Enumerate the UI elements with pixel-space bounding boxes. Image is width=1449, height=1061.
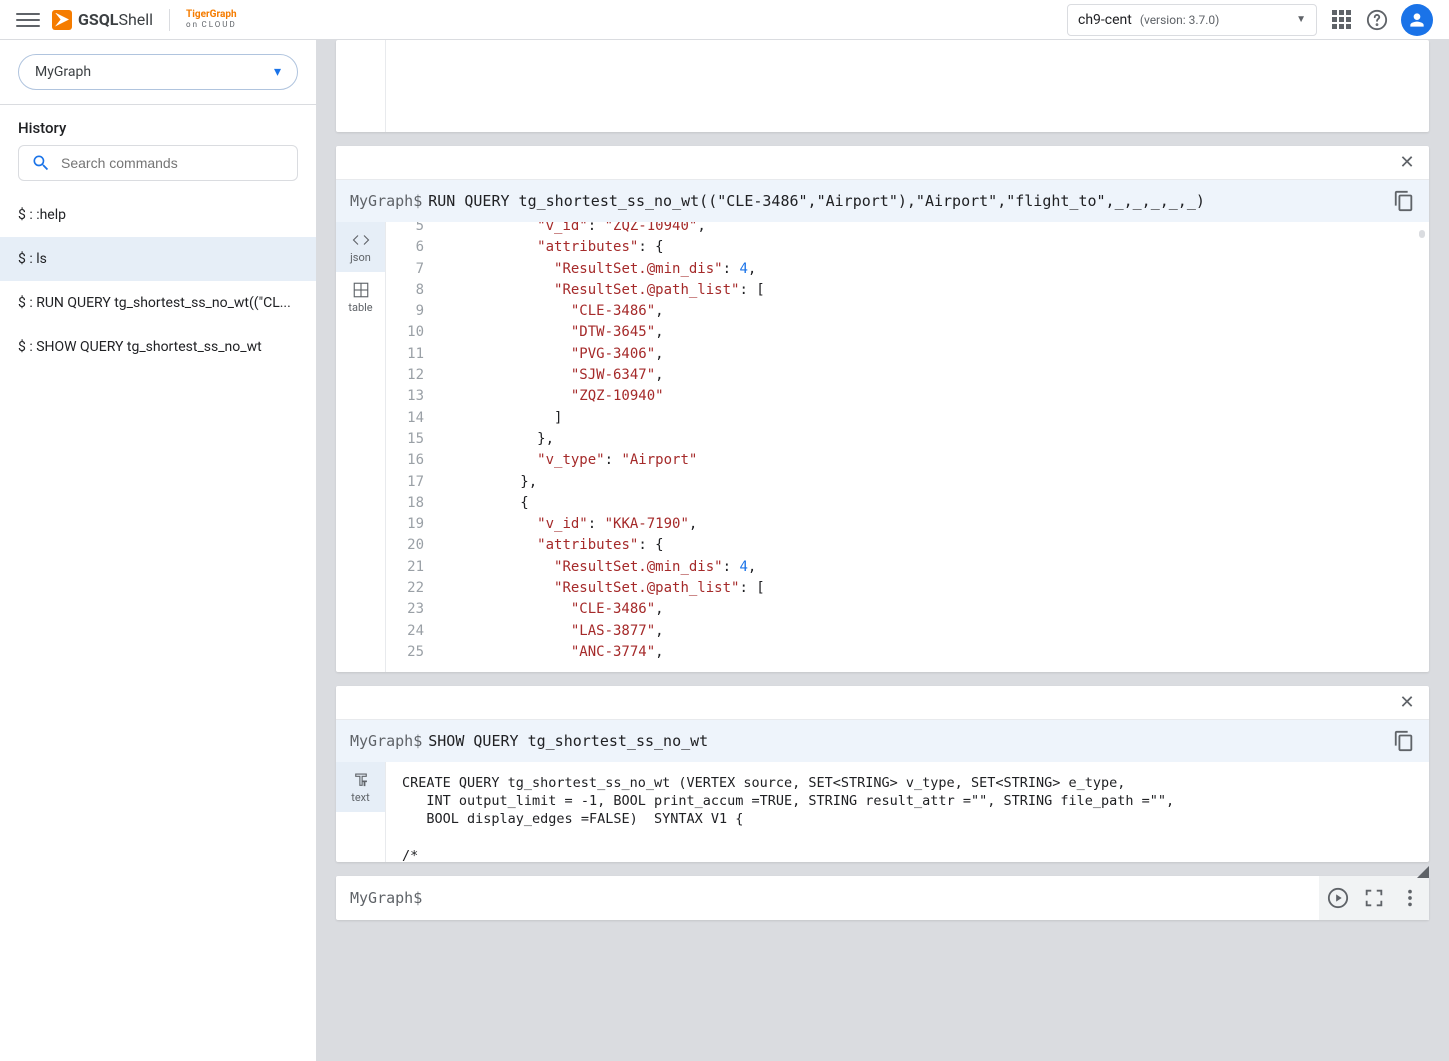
svg-text:T: T [362,779,366,787]
code-line: 6 "attributes": { [386,237,1429,258]
text-output[interactable]: CREATE QUERY tg_shortest_ss_no_wt (VERTE… [386,762,1429,862]
history-item[interactable]: $ : SHOW QUERY tg_shortest_ss_no_wt [0,325,316,369]
main-content: ✕ MyGraph$ RUN QUERY tg_shortest_ss_no_w… [316,40,1449,1061]
code-line: 24 "LAS-3877", [386,621,1429,642]
chevron-down-icon: ▼ [1296,14,1306,25]
code-line: 21 "ResultSet.@min_dis": 4, [386,557,1429,578]
product-name: GSQLShell [78,10,153,29]
code-line: 14 ] [386,408,1429,429]
code-line: 8 "ResultSet.@path_list": [ [386,280,1429,301]
code-line: 17 }, [386,472,1429,493]
search-icon [31,153,51,173]
divider [169,9,170,31]
code-line: 22 "ResultSet.@path_list": [ [386,578,1429,599]
user-avatar[interactable] [1401,4,1433,36]
view-tab-text[interactable]: T text [336,762,385,812]
code-line: 23 "CLE-3486", [386,599,1429,620]
command-prompt: MyGraph$ [350,732,422,750]
view-tabs: T text [336,762,386,862]
code-icon [352,231,370,249]
command-row: MyGraph$ SHOW QUERY tg_shortest_ss_no_wt [336,720,1429,762]
code-line: 11 "PVG-3406", [386,344,1429,365]
more-icon[interactable] [1399,887,1421,909]
host-name: ch9-cent [1078,12,1132,28]
code-line: 18 { [386,493,1429,514]
prompt-label: MyGraph$ [336,889,1319,907]
command-text: SHOW QUERY tg_shortest_ss_no_wt [428,732,1393,750]
code-line: 15 }, [386,429,1429,450]
run-icon[interactable] [1327,887,1349,909]
command-input-bar[interactable]: MyGraph$ [336,876,1429,920]
history-heading: History [0,105,316,145]
command-row: MyGraph$ RUN QUERY tg_shortest_ss_no_wt(… [336,180,1429,222]
command-text: RUN QUERY tg_shortest_ss_no_wt(("CLE-348… [428,192,1393,210]
json-output[interactable]: 5 "v_id": "ZQZ-10940",6 "attributes": {7… [386,222,1429,672]
copy-icon[interactable] [1393,730,1415,752]
product-logo: GSQLShell [52,10,153,30]
result-panel-run-query: ✕ MyGraph$ RUN QUERY tg_shortest_ss_no_w… [336,146,1429,672]
view-tab-json[interactable]: json [336,222,385,272]
code-line: 19 "v_id": "KKA-7190", [386,514,1429,535]
resize-handle-icon[interactable] [1417,866,1429,878]
code-line: 9 "CLE-3486", [386,301,1429,322]
scrollbar[interactable] [1419,230,1425,238]
tigergraph-logo: TigerGraph on CLOUD [186,10,237,30]
result-panel-empty [336,40,1429,132]
code-line: 20 "attributes": { [386,535,1429,556]
history-item[interactable]: $ : RUN QUERY tg_shortest_ss_no_wt(("CL.… [0,281,316,325]
graph-select[interactable]: MyGraph ▾ [18,54,298,90]
command-prompt: MyGraph$ [350,192,422,210]
chevron-down-icon: ▾ [274,64,281,80]
app-header: GSQLShell TigerGraph on CLOUD ch9-cent (… [0,0,1449,40]
result-panel-show-query: ✕ MyGraph$ SHOW QUERY tg_shortest_ss_no_… [336,686,1429,862]
logo-icon [52,10,72,30]
table-icon [352,281,370,299]
fullscreen-icon[interactable] [1363,887,1385,909]
code-line: 12 "SJW-6347", [386,365,1429,386]
help-icon[interactable] [1365,8,1389,32]
host-version: (version: 3.7.0) [1140,13,1219,27]
code-line: 25 "ANC-3774", [386,642,1429,663]
code-line: 7 "ResultSet.@min_dis": 4, [386,259,1429,280]
view-tabs: json table [336,222,386,672]
code-line: 5 "v_id": "ZQZ-10940", [386,222,1429,237]
history-item[interactable]: $ : :help [0,193,316,237]
history-item[interactable]: $ : ls [0,237,316,281]
text-icon: T [352,771,370,789]
search-input[interactable] [61,155,285,171]
apps-icon[interactable] [1329,8,1353,32]
close-icon[interactable]: ✕ [1395,151,1419,175]
copy-icon[interactable] [1393,190,1415,212]
close-icon[interactable]: ✕ [1395,691,1419,715]
menu-icon[interactable] [16,8,40,32]
sidebar: MyGraph ▾ History $ : :help$ : ls$ : RUN… [0,40,316,1061]
code-line: 13 "ZQZ-10940" [386,386,1429,407]
host-select[interactable]: ch9-cent (version: 3.7.0) ▼ [1067,4,1317,36]
code-line: 16 "v_type": "Airport" [386,450,1429,471]
view-tab-table[interactable]: table [336,272,385,322]
graph-name: MyGraph [35,64,91,80]
code-line: 10 "DTW-3645", [386,322,1429,343]
search-commands-input[interactable] [18,145,298,181]
